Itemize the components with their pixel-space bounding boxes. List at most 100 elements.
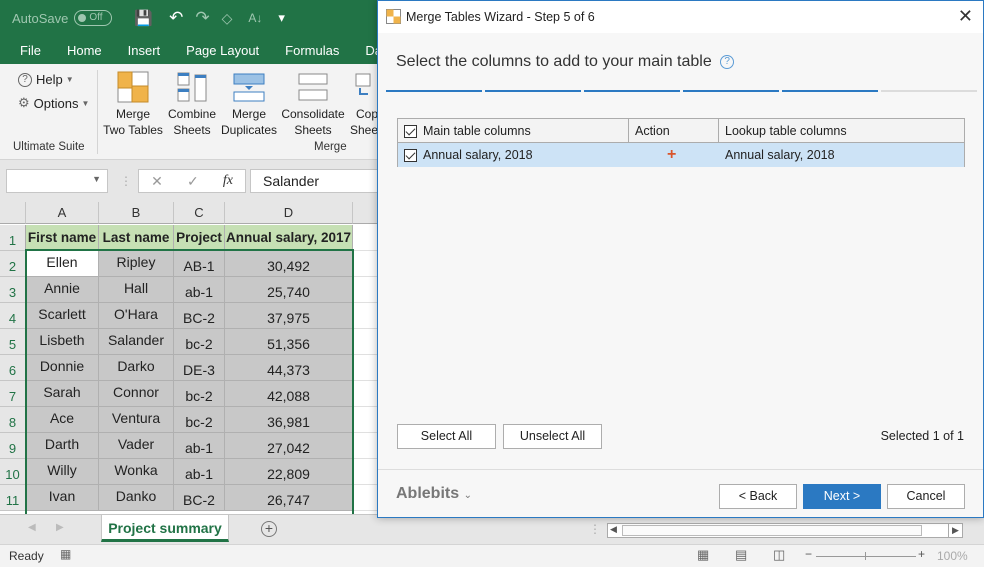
- tab-home[interactable]: Home: [57, 43, 112, 58]
- horizontal-scrollbar[interactable]: ◀: [607, 523, 963, 538]
- header-cell[interactable]: First name: [26, 225, 99, 251]
- data-cell[interactable]: 36,981: [225, 407, 353, 433]
- data-cell[interactable]: ab-1: [174, 433, 225, 459]
- data-cell[interactable]: BC-2: [174, 303, 225, 329]
- scroll-tabs-right-icon[interactable]: ▶: [56, 522, 64, 533]
- data-cell[interactable]: Darth: [26, 433, 99, 459]
- page-layout-view-icon[interactable]: ▤: [735, 547, 747, 563]
- header-cell[interactable]: Annual salary, 2017: [225, 225, 353, 251]
- row-header[interactable]: 2: [0, 251, 26, 277]
- column-header-a[interactable]: A: [26, 202, 99, 224]
- data-cell[interactable]: Hall: [99, 277, 174, 303]
- scroll-right-icon[interactable]: ▶: [948, 523, 963, 538]
- data-cell[interactable]: BC-2: [174, 485, 225, 511]
- data-cell[interactable]: ab-1: [174, 277, 225, 303]
- autosave-toggle[interactable]: AutoSave Off: [12, 10, 113, 26]
- data-cell[interactable]: DE-3: [174, 355, 225, 381]
- row-header[interactable]: 11: [0, 485, 26, 511]
- data-cell[interactable]: Ace: [26, 407, 99, 433]
- data-cell[interactable]: Sarah: [26, 381, 99, 407]
- combine-sheets-button[interactable]: Combine Sheets: [166, 70, 218, 138]
- save-icon[interactable]: 💾: [134, 9, 153, 27]
- cancel-icon[interactable]: ✕: [151, 173, 163, 190]
- row-checkbox[interactable]: [404, 149, 417, 163]
- data-cell[interactable]: 27,042: [225, 433, 353, 459]
- autosave-switch[interactable]: Off: [74, 10, 113, 26]
- sort-icon[interactable]: A↓: [248, 11, 262, 25]
- chevron-down-icon[interactable]: ▼: [92, 174, 101, 184]
- tab-insert[interactable]: Insert: [118, 43, 171, 58]
- close-icon[interactable]: ✕: [958, 7, 973, 25]
- column-header-d[interactable]: D: [225, 202, 353, 224]
- data-cell[interactable]: 44,373: [225, 355, 353, 381]
- normal-view-icon[interactable]: ▦: [697, 547, 709, 563]
- data-cell[interactable]: Donnie: [26, 355, 99, 381]
- data-cell[interactable]: 30,492: [225, 251, 353, 277]
- select-all-button[interactable]: Select All: [397, 424, 496, 449]
- back-button[interactable]: < Back: [719, 484, 797, 509]
- data-cell[interactable]: 51,356: [225, 329, 353, 355]
- header-main-table-columns[interactable]: Main table columns: [398, 119, 629, 143]
- name-box[interactable]: ▼: [6, 169, 108, 193]
- ablebits-menu[interactable]: Ablebits ⌄: [396, 485, 472, 503]
- accessibility-icon[interactable]: ▦: [60, 547, 71, 561]
- data-cell[interactable]: Annie: [26, 277, 99, 303]
- redo-icon[interactable]: ↷: [195, 8, 209, 28]
- sheet-tab-project-summary[interactable]: Project summary: [101, 515, 229, 542]
- row-header[interactable]: 3: [0, 277, 26, 303]
- row-header[interactable]: 1: [0, 225, 26, 251]
- data-cell[interactable]: AB-1: [174, 251, 225, 277]
- row-header[interactable]: 8: [0, 407, 26, 433]
- data-cell[interactable]: Ivan: [26, 485, 99, 511]
- help-icon[interactable]: ?: [720, 54, 735, 69]
- zoom-in-icon[interactable]: +: [918, 547, 925, 561]
- data-cell[interactable]: 42,088: [225, 381, 353, 407]
- data-cell[interactable]: O'Hara: [99, 303, 174, 329]
- undo-icon[interactable]: ↶: [169, 8, 183, 28]
- select-all-corner[interactable]: [0, 202, 26, 224]
- data-cell[interactable]: 22,809: [225, 459, 353, 485]
- data-cell[interactable]: Connor: [99, 381, 174, 407]
- data-cell[interactable]: Lisbeth: [26, 329, 99, 355]
- data-cell[interactable]: Salander: [99, 329, 174, 355]
- zoom-out-icon[interactable]: −: [805, 547, 812, 561]
- scrollbar-thumb[interactable]: [622, 525, 922, 536]
- new-sheet-icon[interactable]: +: [261, 521, 277, 537]
- table-row[interactable]: Annual salary, 2018 + Annual salary, 201…: [398, 143, 964, 167]
- active-cell[interactable]: Ellen: [26, 251, 99, 277]
- data-cell[interactable]: Vader: [99, 433, 174, 459]
- help-button[interactable]: ? Help ▼: [18, 72, 74, 87]
- row-header[interactable]: 9: [0, 433, 26, 459]
- data-cell[interactable]: bc-2: [174, 407, 225, 433]
- consolidate-sheets-button[interactable]: Consolidate Sheets: [281, 70, 345, 138]
- tab-formulas[interactable]: Formulas: [275, 43, 349, 58]
- tab-page-layout[interactable]: Page Layout: [176, 43, 269, 58]
- cancel-button[interactable]: Cancel: [887, 484, 965, 509]
- row-header[interactable]: 6: [0, 355, 26, 381]
- data-cell[interactable]: Scarlett: [26, 303, 99, 329]
- merge-two-tables-button[interactable]: Merge Two Tables: [103, 70, 163, 138]
- data-cell[interactable]: 25,740: [225, 277, 353, 303]
- row-header[interactable]: 10: [0, 459, 26, 485]
- data-cell[interactable]: bc-2: [174, 381, 225, 407]
- scroll-tabs-left-icon[interactable]: ◀: [28, 522, 36, 533]
- column-header-b[interactable]: B: [99, 202, 174, 224]
- zoom-slider[interactable]: [816, 556, 916, 557]
- zoom-level[interactable]: 100%: [937, 549, 968, 563]
- scroll-left-icon[interactable]: ◀: [610, 524, 617, 535]
- unselect-all-button[interactable]: Unselect All: [503, 424, 602, 449]
- options-button[interactable]: ⚙ Options ▼: [18, 95, 89, 111]
- merge-duplicates-button[interactable]: Merge Duplicates: [219, 70, 279, 138]
- insert-function-icon[interactable]: fx: [223, 173, 233, 189]
- enter-icon[interactable]: ✓: [187, 173, 199, 190]
- data-cell[interactable]: Ventura: [99, 407, 174, 433]
- data-cell[interactable]: Darko: [99, 355, 174, 381]
- add-action-icon[interactable]: +: [667, 143, 676, 167]
- row-header[interactable]: 4: [0, 303, 26, 329]
- data-cell[interactable]: 37,975: [225, 303, 353, 329]
- customize-qat-icon[interactable]: ▾: [278, 10, 285, 26]
- data-cell[interactable]: ab-1: [174, 459, 225, 485]
- header-cell[interactable]: Project: [174, 225, 225, 251]
- data-cell[interactable]: Willy: [26, 459, 99, 485]
- data-cell[interactable]: Ripley: [99, 251, 174, 277]
